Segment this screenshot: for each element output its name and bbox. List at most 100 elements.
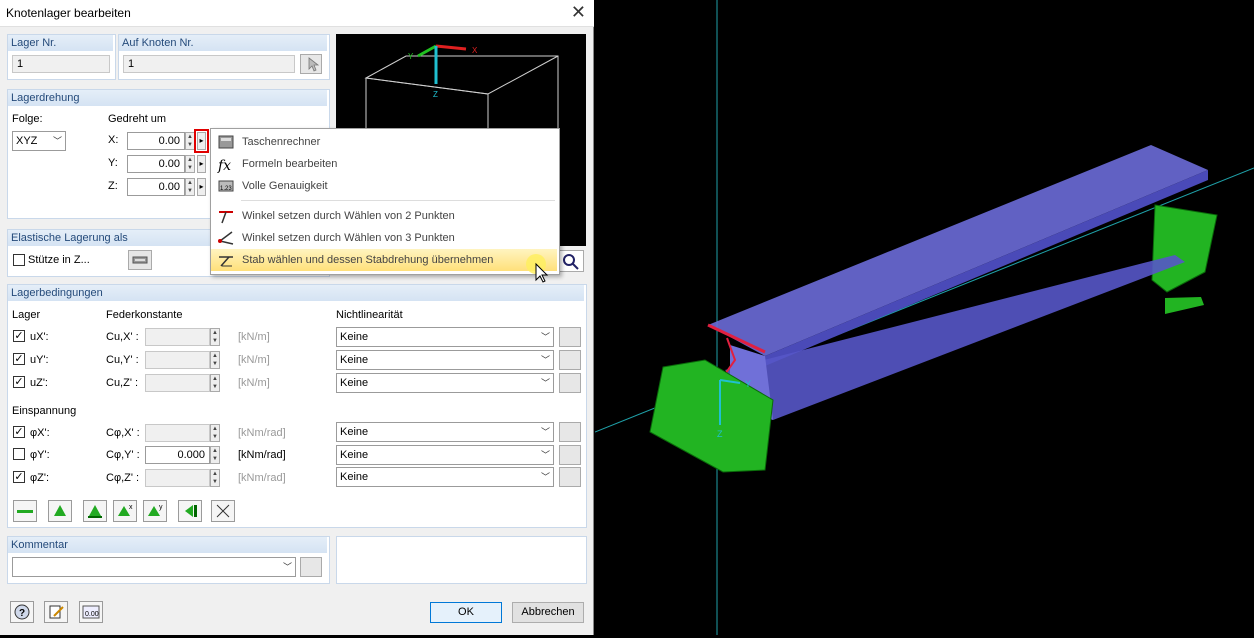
close-icon[interactable]: ✕ xyxy=(571,2,586,23)
cuz-spinner[interactable]: ▲ ▼ xyxy=(210,374,220,392)
select-member-icon xyxy=(219,256,233,267)
cphiy-input[interactable]: 0.000 xyxy=(145,446,210,464)
preset-hinged-button[interactable] xyxy=(13,500,37,522)
rotation-z-input[interactable]: 0.00 xyxy=(127,178,185,196)
support-pinned-icon xyxy=(54,505,66,516)
chevron-down-icon: ﹀ xyxy=(540,472,550,482)
phiz-nonlinear-edit-button[interactable] xyxy=(559,467,581,487)
pick-node-button[interactable] xyxy=(300,54,322,74)
ux-label: uX': xyxy=(30,331,49,343)
preset-wall-button[interactable] xyxy=(178,500,202,522)
rotation-y-menu-button[interactable]: ▸ xyxy=(197,155,206,173)
menu-item-taschenrechner[interactable]: Taschenrechner xyxy=(211,131,557,153)
cuy-unit: [kN/m] xyxy=(238,354,270,366)
lagerbedingungen-header: Lagerbedingungen xyxy=(8,285,584,301)
menu-item-genauigkeit[interactable]: 1.23 Volle Genauigkeit xyxy=(211,175,557,197)
phiz-checkbox[interactable]: ✓ xyxy=(13,471,25,483)
menu-item-label: Winkel setzen durch Wählen von 3 Punkten xyxy=(242,232,455,244)
preset-fixed-x-button[interactable]: x xyxy=(113,500,137,522)
lager-nr-group: Lager Nr. 1 xyxy=(7,34,116,80)
phiz-nonlinear-select[interactable]: Keine ﹀ xyxy=(336,467,554,487)
ux-nonlinear-select[interactable]: Keine ﹀ xyxy=(336,327,554,347)
uz-nonlinear-edit-button[interactable] xyxy=(559,373,581,393)
uy-nonlinear-edit-button[interactable] xyxy=(559,350,581,370)
uy-checkbox[interactable]: ✓ xyxy=(13,353,25,365)
cphix-label: Cφ,X' : xyxy=(106,427,140,439)
lagerbedingungen-group: Lagerbedingungen Lager Federkonstante Ni… xyxy=(7,284,587,528)
rotation-z-spinner[interactable]: ▲ ▼ xyxy=(185,178,195,196)
uz-checkbox[interactable]: ✓ xyxy=(13,376,25,388)
menu-item-winkel-3[interactable]: Winkel setzen durch Wählen von 3 Punkten xyxy=(211,227,557,249)
rotation-x-menu-button[interactable]: ▸ xyxy=(194,129,209,153)
support-fixed-y-icon: y xyxy=(148,504,163,516)
phix-nonlinear-edit-button[interactable] xyxy=(559,422,581,442)
angle-two-points-icon xyxy=(219,211,233,224)
phix-nonlinear-select[interactable]: Keine ﹀ xyxy=(336,422,554,442)
pencil-icon xyxy=(49,605,64,619)
phiz-nonlinear-value: Keine xyxy=(340,471,369,483)
cuy-spinner[interactable]: ▲ ▼ xyxy=(210,351,220,369)
svg-text:0.00: 0.00 xyxy=(85,611,99,618)
col-nichtlinearitaet: Nichtlinearität xyxy=(336,309,403,321)
folge-select[interactable]: XYZ ﹀ xyxy=(12,131,66,151)
auf-knoten-label: Auf Knoten Nr. xyxy=(119,35,327,51)
cursor-pick-icon xyxy=(308,57,320,72)
folge-value: XYZ xyxy=(16,135,38,147)
ux-checkbox[interactable]: ✓ xyxy=(13,330,25,342)
cphiy-spinner[interactable]: ▲ ▼ xyxy=(210,446,220,464)
cphiz-spinner[interactable]: ▲ ▼ xyxy=(210,469,220,487)
cphix-spinner[interactable]: ▲ ▼ xyxy=(210,424,220,442)
precision-button[interactable]: 0.00 xyxy=(79,601,103,623)
stuetze-settings-button[interactable] xyxy=(128,250,152,270)
phix-checkbox[interactable]: ✓ xyxy=(13,426,25,438)
rotation-y-spinner[interactable]: ▲ ▼ xyxy=(185,155,195,173)
cuz-input[interactable] xyxy=(145,374,210,392)
svg-text:x: x xyxy=(129,504,133,511)
uy-label: uY': xyxy=(30,354,49,366)
auf-knoten-field[interactable]: 1 xyxy=(123,55,295,73)
uz-nonlinear-select[interactable]: Keine ﹀ xyxy=(336,373,554,393)
model-viewport[interactable]: Y Z xyxy=(594,0,1254,635)
cphix-input[interactable] xyxy=(145,424,210,442)
phiy-checkbox[interactable] xyxy=(13,448,25,460)
chevron-down-icon: ﹀ xyxy=(540,378,550,388)
lager-nr-field[interactable]: 1 xyxy=(12,55,110,73)
menu-item-winkel-2[interactable]: Winkel setzen durch Wählen von 2 Punkten xyxy=(211,205,557,227)
phiy-nonlinear-edit-button[interactable] xyxy=(559,445,581,465)
kommentar-select[interactable]: ﹀ xyxy=(12,557,296,577)
help-button[interactable]: ? xyxy=(10,601,34,623)
rotation-x-spinner[interactable]: ▲ ▼ xyxy=(185,132,195,150)
ok-button[interactable]: OK xyxy=(430,602,502,623)
menu-separator xyxy=(241,200,555,201)
cuy-input[interactable] xyxy=(145,351,210,369)
kommentar-library-button[interactable] xyxy=(300,557,322,577)
cux-spinner[interactable]: ▲ ▼ xyxy=(210,328,220,346)
chevron-down-icon: ﹀ xyxy=(540,332,550,342)
preset-fixed-button[interactable] xyxy=(83,500,107,522)
rotation-x-input[interactable]: 0.00 xyxy=(127,132,185,150)
preset-pinned-button[interactable] xyxy=(48,500,72,522)
preview-y-axis-label: Y xyxy=(408,52,414,61)
cphiz-input[interactable] xyxy=(145,469,210,487)
phiy-nonlinear-value: Keine xyxy=(340,449,369,461)
viewport-z-axis-label: Z xyxy=(717,429,723,439)
menu-item-formeln[interactable]: fx Formeln bearbeiten xyxy=(211,153,557,175)
rotation-z-menu-button[interactable]: ▸ xyxy=(197,178,206,196)
preset-free-button[interactable] xyxy=(211,500,235,522)
edit-button[interactable] xyxy=(44,601,68,623)
calculator-icon xyxy=(218,135,234,149)
cancel-button[interactable]: Abbrechen xyxy=(512,602,584,623)
cphiy-label: Cφ,Y' : xyxy=(106,449,140,461)
preview-view-button[interactable] xyxy=(558,250,584,272)
phiy-nonlinear-select[interactable]: Keine ﹀ xyxy=(336,445,554,465)
cux-input[interactable] xyxy=(145,328,210,346)
stuetze-checkbox[interactable] xyxy=(13,254,25,266)
rotation-y-input[interactable]: 0.00 xyxy=(127,155,185,173)
ux-nonlinear-edit-button[interactable] xyxy=(559,327,581,347)
phix-label: φX': xyxy=(30,427,50,439)
menu-item-label: Winkel setzen durch Wählen von 2 Punkten xyxy=(242,210,455,222)
ux-nonlinear-value: Keine xyxy=(340,331,369,343)
menu-item-stab-waehlen[interactable]: Stab wählen und dessen Stabdrehung übern… xyxy=(211,249,557,271)
preset-fixed-y-button[interactable]: y xyxy=(143,500,167,522)
uy-nonlinear-select[interactable]: Keine ﹀ xyxy=(336,350,554,370)
